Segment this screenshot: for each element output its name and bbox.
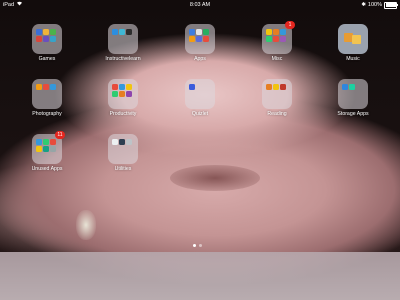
folder-icon <box>32 24 62 54</box>
app-folder-productivity[interactable]: Productivity <box>99 79 147 117</box>
app-folder-photography[interactable]: Photography <box>23 79 71 117</box>
app-folder-apps[interactable]: Apps <box>176 24 224 62</box>
notification-badge: 1 <box>285 21 295 29</box>
folder-icon <box>108 79 138 109</box>
app-label: Unused Apps <box>31 166 63 172</box>
app-label: Games <box>38 56 56 62</box>
app-folder-instructivelearn[interactable]: Instructivelearn <box>99 24 147 62</box>
music-icon <box>338 24 368 54</box>
app-label: Music <box>346 56 360 62</box>
folder-icon <box>338 79 368 109</box>
bluetooth-icon: ✱ <box>361 2 366 8</box>
app-folder-reading[interactable]: Reading <box>253 79 301 117</box>
folder-icon <box>185 79 215 109</box>
page-dot <box>193 244 196 247</box>
app-label: Photography <box>32 111 62 117</box>
app-label: Misc <box>271 56 283 62</box>
app-folder-games[interactable]: Games <box>23 24 71 62</box>
status-bar: iPad 8:03 AM ✱ 100% <box>0 0 400 10</box>
app-folder-utilities[interactable]: Utilities <box>99 134 147 172</box>
app-folder-misc[interactable]: 1 Misc <box>253 21 301 62</box>
app-label: Quizlet <box>191 111 209 117</box>
folder-icon: 11 <box>32 131 65 164</box>
folder-icon: 1 <box>262 21 295 54</box>
app-label: Apps <box>194 56 206 62</box>
app-folder-unused-apps[interactable]: 11 Unused Apps <box>23 131 71 172</box>
app-folder-quizlet[interactable]: Quizlet <box>176 79 224 117</box>
notification-badge: 11 <box>55 131 65 139</box>
page-indicator[interactable] <box>193 244 202 247</box>
app-folder-storage-apps[interactable]: Storage Apps <box>329 79 377 117</box>
app-label: Utilities <box>114 166 132 172</box>
app-label: Instructivelearn <box>105 56 141 62</box>
folder-icon <box>185 24 215 54</box>
status-time: 8:03 AM <box>189 2 211 8</box>
app-music[interactable]: Music <box>329 24 377 62</box>
app-label: Productivity <box>109 111 137 117</box>
app-label: Reading <box>267 111 287 117</box>
folder-icon <box>262 79 292 109</box>
folder-icon <box>108 134 138 164</box>
ipad-home-screen: iPad 8:03 AM ✱ 100% Games Instructivelea… <box>0 0 400 300</box>
battery-icon <box>384 1 398 9</box>
folder-icon <box>32 79 62 109</box>
dock <box>0 252 400 300</box>
battery-percent: 100% <box>367 2 382 8</box>
app-label: Storage Apps <box>337 111 369 117</box>
folder-icon <box>108 24 138 54</box>
page-dot <box>199 244 202 247</box>
